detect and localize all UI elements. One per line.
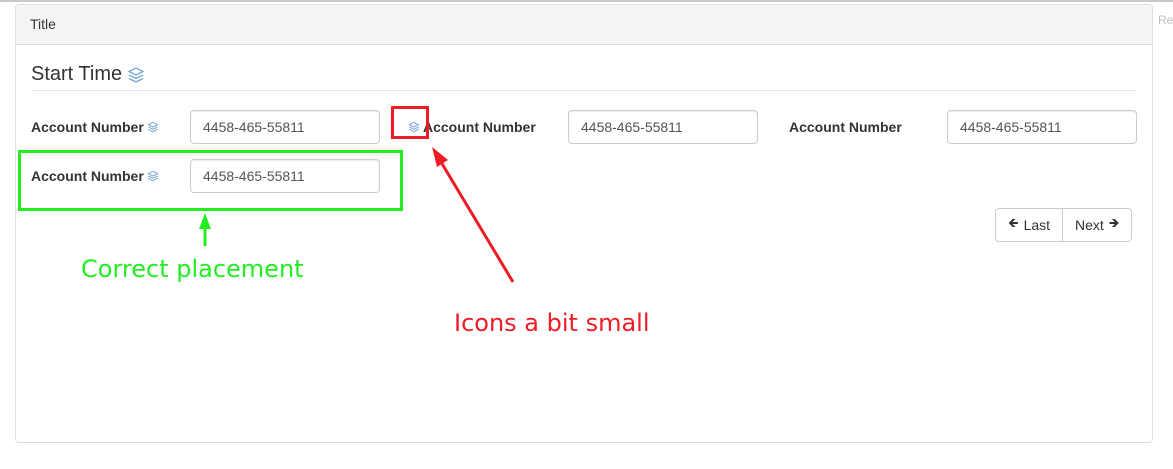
annotation-correct-placement: Correct placement: [81, 255, 304, 283]
red-arrow: [432, 147, 515, 283]
annotation-icons-small: Icons a bit small: [454, 309, 650, 337]
annotation-arrows: [199, 147, 515, 283]
green-arrow: [199, 213, 211, 246]
